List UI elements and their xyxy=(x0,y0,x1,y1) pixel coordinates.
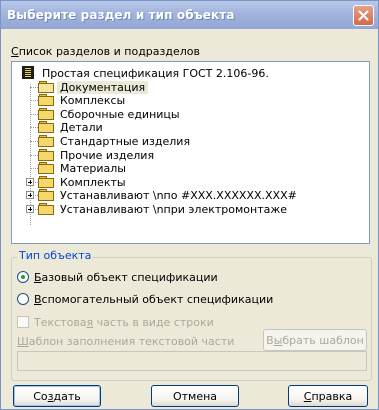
tree-item-label: Стандартные изделия xyxy=(60,135,191,148)
radio-aux-object[interactable]: Вспомогательный объект спецификации xyxy=(17,291,273,307)
tree-item-label: Материалы xyxy=(60,162,126,176)
expand-plus-icon[interactable] xyxy=(26,177,34,186)
folder-icon xyxy=(38,203,54,215)
text-part-checkbox-box[interactable] xyxy=(17,316,29,328)
folder-icon xyxy=(38,135,54,147)
radio-aux-object-label: Вспомогательный объект спецификации xyxy=(34,292,274,306)
tree-item-label: Комплексы xyxy=(60,94,126,108)
sections-tree[interactable]: Простая спецификация ГОСТ 2.106-96. Докум… xyxy=(11,61,370,244)
tree-item-label: Комплекты xyxy=(60,175,126,189)
folder-open-icon xyxy=(38,80,54,93)
tree-item[interactable]: Устанавливают \nпри электромонтаже xyxy=(26,202,290,217)
folder-icon xyxy=(38,121,54,134)
close-icon xyxy=(358,10,369,21)
template-field-label: Шаблон заполнения текстовой части xyxy=(17,335,235,348)
expand-plus-icon[interactable] xyxy=(26,191,34,200)
tree-item-label: Простая спецификация ГОСТ 2.106-96. xyxy=(42,67,269,80)
radio-aux-object-indicator[interactable] xyxy=(17,293,29,305)
folder-icon xyxy=(38,148,54,161)
dialog-window: Выберите раздел и тип объекта Список раз… xyxy=(0,0,379,410)
tree-item-label: Документация xyxy=(57,80,149,94)
window-title: Выберите раздел и тип объекта xyxy=(7,8,235,22)
tree-item-label: Устанавливают \nпо #XXX.XXXXXX.XXX# xyxy=(60,189,297,203)
folder-icon xyxy=(38,175,54,188)
radio-base-object-label: Базовый объект спецификации xyxy=(34,270,218,284)
folder-icon xyxy=(38,162,54,175)
tree-item-label: Сборочные единицы xyxy=(60,107,180,121)
expand-plus-icon[interactable] xyxy=(26,205,34,213)
folder-icon xyxy=(38,107,54,120)
template-field[interactable] xyxy=(17,351,367,371)
sections-list-label: Список разделов и подразделов xyxy=(11,45,200,58)
folder-icon xyxy=(38,189,54,202)
folder-icon xyxy=(38,94,54,107)
close-button[interactable] xyxy=(353,5,374,26)
create-button[interactable]: Со з дать xyxy=(13,385,101,407)
book-icon xyxy=(22,66,34,79)
text-part-checkbox-label: Текстовая часть в виде строки xyxy=(34,315,214,329)
text-part-checkbox[interactable]: Текстовая часть в виде строки xyxy=(17,315,214,329)
choose-template-button[interactable]: Вы брать шаблон xyxy=(263,329,367,351)
title-bar[interactable]: Выберите раздел и тип объекта xyxy=(1,1,378,29)
cancel-button[interactable]: Отмена xyxy=(151,385,239,407)
radio-base-object[interactable]: Базовый объект спецификации xyxy=(17,269,218,285)
radio-base-object-indicator[interactable] xyxy=(17,271,29,283)
tree-item-label: Прочие изделия xyxy=(60,148,155,162)
tree-item-label: Детали xyxy=(60,121,103,135)
tree-item-label: Устанавливают \nпри электромонтаже xyxy=(60,203,288,216)
help-button[interactable]: Справка xyxy=(288,385,368,407)
object-type-group-title: Тип объекта xyxy=(17,249,94,262)
